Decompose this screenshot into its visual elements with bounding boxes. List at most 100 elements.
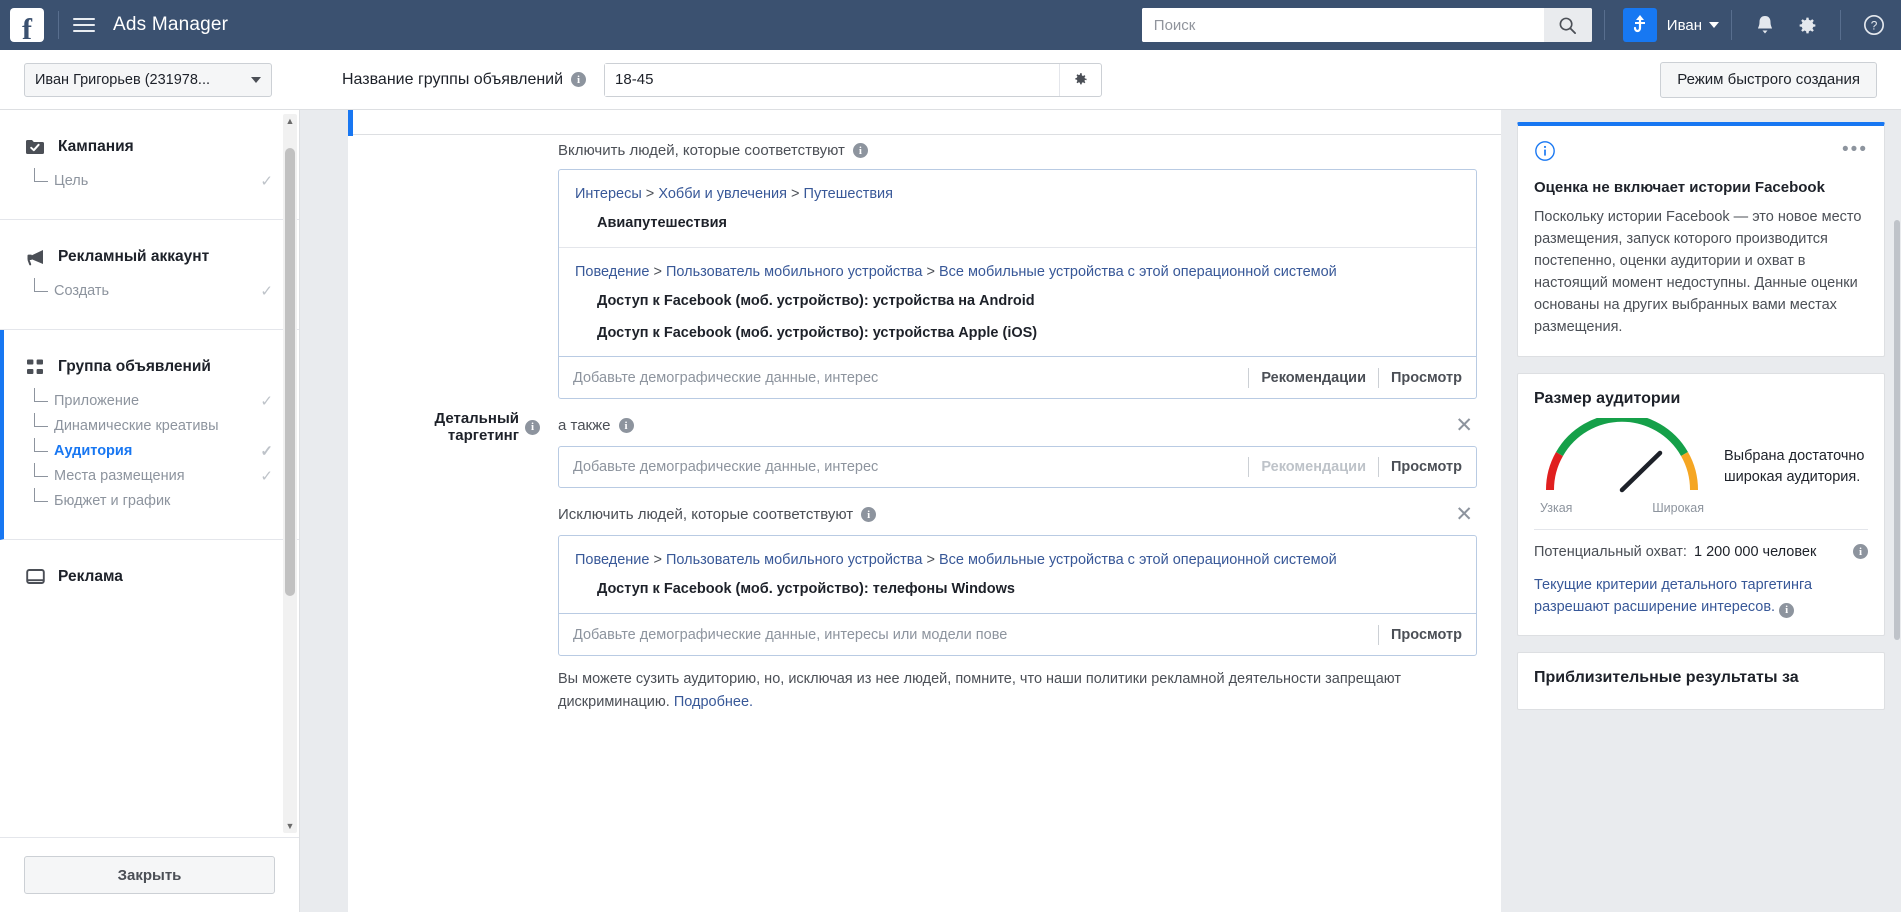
tree-connector — [34, 168, 54, 193]
exclude-section-header: Исключить людей, которые соответствуют i… — [558, 504, 1477, 525]
info-icon[interactable]: i — [1853, 544, 1868, 560]
breadcrumb-link[interactable]: Все мобильные устройства с этой операцио… — [939, 264, 1337, 280]
adset-name-settings-button[interactable] — [1059, 63, 1101, 96]
user-name[interactable]: Иван — [1667, 17, 1702, 34]
also-preview-button[interactable]: Просмотр — [1391, 459, 1462, 475]
global-search[interactable] — [1141, 8, 1592, 42]
info-icon[interactable]: i — [525, 419, 540, 435]
breadcrumb-link[interactable]: Интересы — [575, 186, 642, 202]
gear-icon — [1075, 73, 1087, 85]
sidebar-item-create-label: Создать — [54, 282, 110, 299]
facebook-logo-letter: f — [22, 12, 32, 42]
exclude-item[interactable]: Доступ к Facebook (моб. устройство): тел… — [575, 571, 1460, 603]
breadcrumb-link[interactable]: Все мобильные устройства с этой операцио… — [939, 552, 1337, 568]
nav-group-campaign-header[interactable]: Кампания — [0, 136, 299, 158]
info-icon[interactable]: i — [852, 143, 868, 158]
sidebar-item-create[interactable]: Создать ✓ — [24, 278, 299, 303]
quick-create-mode-button[interactable]: Режим быстрого создания — [1660, 61, 1877, 98]
help-button[interactable]: ? — [1853, 0, 1895, 50]
nav-group-ad-account-title: Рекламный аккаунт — [58, 248, 210, 265]
more-options-icon[interactable]: ••• — [1842, 140, 1868, 159]
exclude-preview-button[interactable]: Просмотр — [1391, 627, 1462, 643]
tree-connector — [34, 413, 54, 438]
also-recommendations-button[interactable]: Рекомендации — [1261, 459, 1366, 475]
sidebar-item-goal-label: Цель — [54, 172, 89, 189]
breadcrumb-link[interactable]: Поведение — [575, 264, 649, 280]
exclude-section-title-text: Исключить людей, которые соответствуют — [558, 506, 854, 524]
audience-gauge: Узкая Широкая — [1534, 413, 1710, 515]
exclude-close-icon[interactable]: ✕ — [1451, 504, 1477, 525]
chevron-down-icon — [251, 76, 261, 83]
notice-title: Оценка не включает истории Facebook — [1534, 179, 1825, 196]
check-icon: ✓ — [260, 172, 273, 190]
scrollbar-thumb[interactable] — [285, 148, 295, 596]
detailed-targeting-row: Детальный таргетинг i Включить людей, ко… — [348, 142, 1501, 713]
adset-name-field[interactable] — [604, 62, 1103, 97]
also-input-row[interactable]: Добавьте демографические данные, интерес… — [558, 446, 1477, 489]
adset-form-sheet: Детальный таргетинг i Включить людей, ко… — [348, 110, 1501, 912]
include-breadcrumb-interests: Интересы > Хобби и увлечения > Путешеств… — [575, 186, 893, 202]
include-preview-button[interactable]: Просмотр — [1391, 370, 1462, 386]
info-icon[interactable]: i — [861, 507, 877, 523]
include-item[interactable]: Авиапутешествия — [575, 205, 1460, 237]
exclude-input-row[interactable]: Добавьте демографические данные, интерес… — [559, 613, 1476, 655]
scroll-down-arrow-icon[interactable]: ▼ — [283, 819, 297, 833]
left-nav-scrollbar[interactable]: ▲ ▼ — [283, 114, 297, 833]
breadcrumb-link[interactable]: Пользователь мобильного устройства — [666, 552, 922, 568]
sidebar-item-app[interactable]: Приложение ✓ — [24, 388, 299, 413]
include-section-interests: Интересы > Хобби и увлечения > Путешеств… — [559, 170, 1476, 247]
settings-button[interactable] — [1786, 0, 1828, 50]
detailed-targeting-label: Детальный таргетинг i — [362, 142, 558, 713]
adset-name-input[interactable] — [605, 63, 1060, 96]
audience-expansion-note: Текущие критерии детального таргетинга р… — [1534, 575, 1868, 619]
sidebar-item-placements[interactable]: Места размещения ✓ — [24, 463, 299, 488]
page-scrollbar[interactable] — [1893, 110, 1901, 912]
also-input-placeholder[interactable]: Добавьте демографические данные, интерес — [573, 459, 1236, 475]
nav-group-campaign: Кампания Цель ✓ — [0, 110, 299, 220]
close-button[interactable]: Закрыть — [24, 856, 275, 894]
include-item[interactable]: Доступ к Facebook (моб. устройство): уст… — [575, 315, 1460, 347]
nav-group-ad-account-header[interactable]: Рекламный аккаунт — [0, 246, 299, 268]
potential-reach-label: Потенциальный охват: — [1534, 544, 1687, 561]
search-button[interactable] — [1543, 8, 1592, 42]
info-icon[interactable]: i — [571, 72, 587, 87]
notifications-button[interactable] — [1744, 0, 1786, 50]
breadcrumb-link[interactable]: Путешествия — [804, 186, 893, 202]
breadcrumb-link[interactable]: Поведение — [575, 552, 649, 568]
facebook-logo-icon[interactable]: f — [10, 8, 44, 42]
also-section-title: а также i — [558, 417, 634, 434]
sidebar-item-dynamic-creatives[interactable]: Динамические креативы — [24, 413, 299, 438]
topbar-right-cluster: Иван ? — [1141, 0, 1901, 50]
info-icon[interactable]: i — [618, 418, 634, 434]
include-input-row[interactable]: Добавьте демографические данные, интерес… — [559, 356, 1476, 398]
search-input[interactable] — [1141, 8, 1544, 42]
nav-group-ad-header[interactable]: Реклама — [0, 566, 299, 588]
learn-more-link[interactable]: Подробнее. — [674, 694, 753, 710]
include-item[interactable]: Доступ к Facebook (моб. устройство): уст… — [575, 283, 1460, 315]
include-recommendations-button[interactable]: Рекомендации — [1261, 370, 1366, 386]
nav-group-adset-header[interactable]: Группа объявлений — [4, 356, 299, 378]
check-icon: ✓ — [260, 442, 273, 460]
nav-group-ad-account: Рекламный аккаунт Создать ✓ — [0, 220, 299, 330]
chevron-down-icon[interactable] — [1709, 22, 1719, 28]
exclude-input-placeholder[interactable]: Добавьте демографические данные, интерес… — [573, 627, 1366, 643]
account-selector[interactable]: Иван Григорьев (231978... — [24, 62, 272, 97]
also-close-icon[interactable]: ✕ — [1451, 415, 1477, 436]
include-input-placeholder[interactable]: Добавьте демографические данные, интерес — [573, 370, 1236, 386]
sidebar-item-audience[interactable]: Аудитория ✓ — [24, 438, 299, 463]
sidebar-item-budget-schedule[interactable]: Бюджет и график — [24, 488, 299, 513]
audience-gauge-row: Узкая Широкая Выбрана достаточно широкая… — [1534, 413, 1868, 515]
avatar[interactable] — [1622, 8, 1657, 42]
scrollbar-thumb[interactable] — [1894, 220, 1900, 640]
hamburger-menu-icon[interactable] — [73, 18, 95, 32]
breadcrumb-link[interactable]: Пользователь мобильного устройства — [666, 264, 922, 280]
info-icon[interactable]: i — [1779, 602, 1795, 618]
info-circle-icon — [1534, 140, 1556, 167]
input-divider — [1248, 457, 1250, 478]
adset-name-label-text: Название группы объявлений — [342, 70, 564, 88]
nav-group-adset-items: Приложение ✓ Динамические креативы Аудит… — [4, 388, 299, 513]
scroll-up-arrow-icon[interactable]: ▲ — [283, 114, 297, 128]
breadcrumb-link[interactable]: Хобби и увлечения — [658, 186, 787, 202]
sidebar-item-goal[interactable]: Цель ✓ — [24, 168, 299, 193]
also-section-header: а также i ✕ — [558, 415, 1477, 436]
